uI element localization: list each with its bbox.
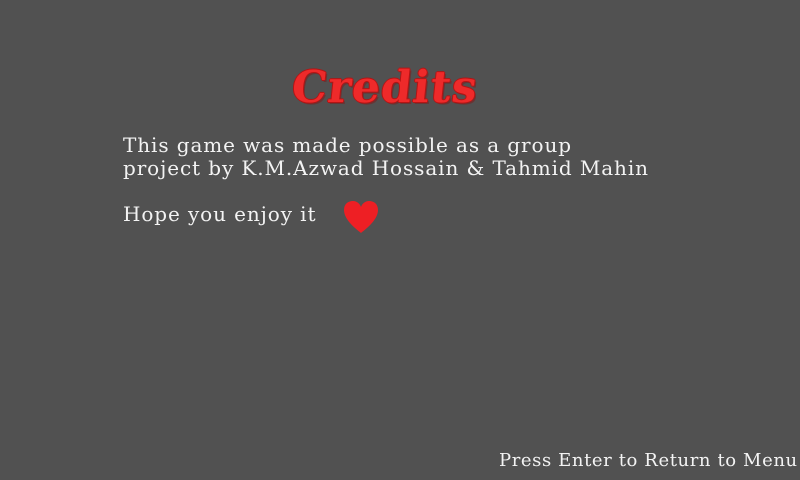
return-to-menu-prompt: Press Enter to Return to Menu — [499, 450, 798, 471]
credits-title: Credits — [289, 62, 481, 113]
credits-line-1: This game was made possible as a group — [123, 133, 572, 157]
heart-icon — [344, 201, 378, 233]
credits-line-3: Hope you enjoy it — [123, 202, 317, 226]
credits-screen: Credits This game was made possible as a… — [0, 0, 800, 480]
credits-line-2: project by K.M.Azwad Hossain & Tahmid Ma… — [123, 156, 649, 180]
